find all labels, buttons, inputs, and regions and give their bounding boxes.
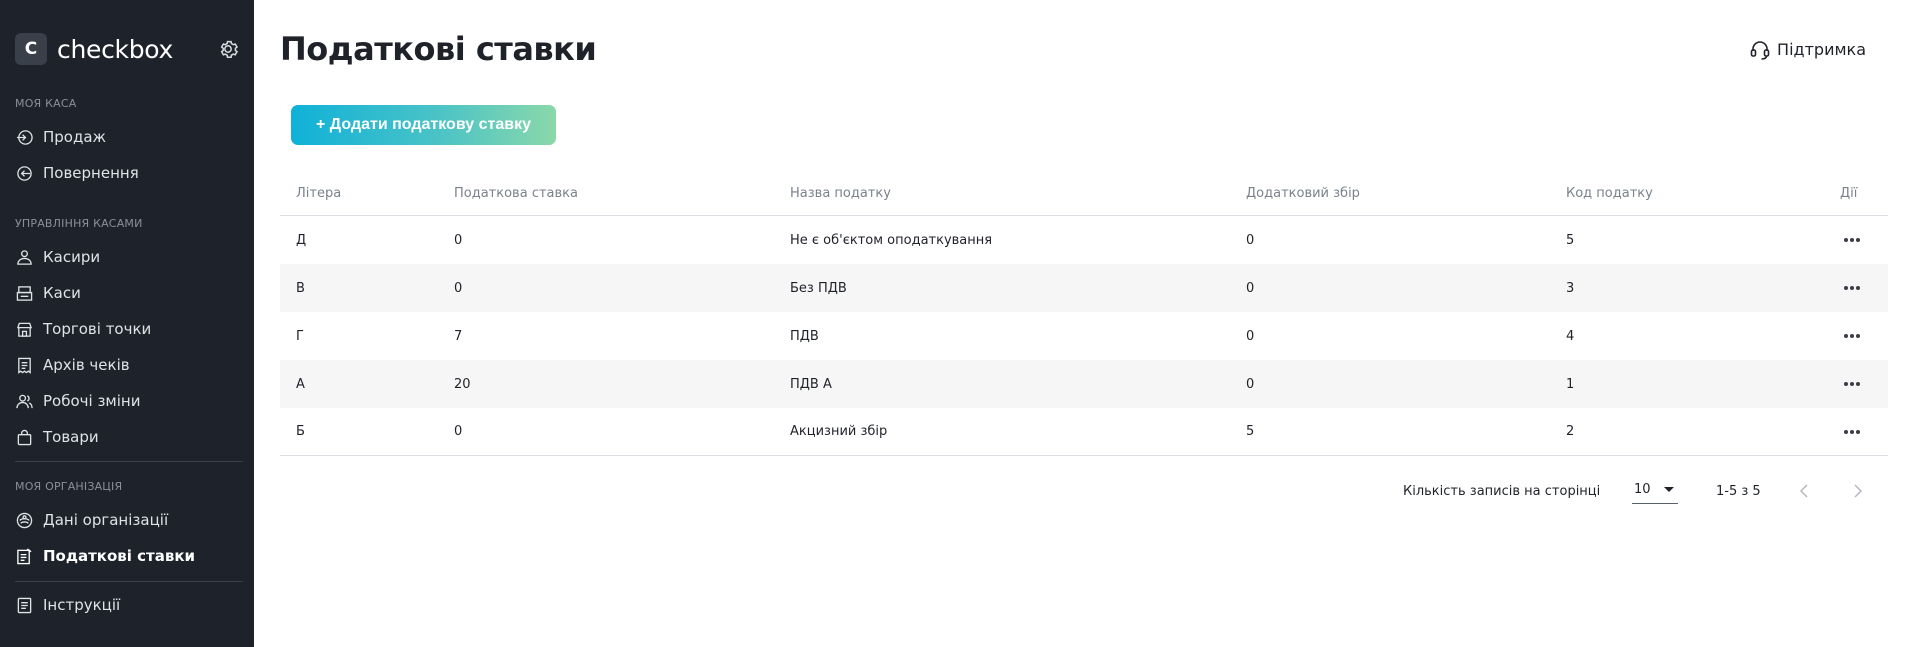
store-icon bbox=[15, 320, 33, 338]
table-row[interactable]: Б 0 Акцизний збір 5 2 bbox=[280, 408, 1888, 456]
sidebar-item-organization-data[interactable]: Дані організації bbox=[15, 506, 240, 534]
return-icon bbox=[15, 164, 33, 182]
more-actions-icon[interactable] bbox=[1840, 422, 1864, 442]
sidebar-item-cash-registers[interactable]: Каси bbox=[15, 279, 240, 307]
shifts-icon bbox=[15, 392, 33, 410]
column-header[interactable]: Код податку bbox=[1566, 172, 1653, 215]
cell-extra-fee: 5 bbox=[1246, 424, 1255, 439]
cell-rate: 0 bbox=[454, 232, 463, 248]
sale-icon bbox=[15, 128, 33, 146]
sidebar-item-label: Податкові ставки bbox=[43, 547, 196, 565]
column-header[interactable]: Додатковий збір bbox=[1246, 172, 1360, 215]
column-header[interactable]: Літера bbox=[296, 172, 341, 215]
sidebar-item-shifts[interactable]: Робочі зміни bbox=[15, 387, 240, 415]
cell-tax-code: 2 bbox=[1566, 424, 1575, 439]
cell-letter: Б bbox=[296, 424, 305, 439]
section-label-cash-management: УПРАВЛІННЯ КАСАМИ bbox=[15, 217, 143, 230]
sidebar-item-stores[interactable]: Торгові точки bbox=[15, 315, 240, 343]
sidebar-item-instructions[interactable]: Інструкції bbox=[15, 591, 240, 619]
cell-tax-name: ПДВ bbox=[790, 328, 819, 344]
more-actions-icon[interactable] bbox=[1840, 374, 1864, 394]
cell-tax-name: Акцизний збір bbox=[790, 424, 888, 439]
column-header[interactable]: Податкова ставка bbox=[454, 172, 578, 215]
tax-rates-table: Літера Податкова ставка Назва податку До… bbox=[280, 172, 1888, 456]
add-tax-rate-button[interactable]: + Додати податкову ставку bbox=[291, 105, 556, 145]
cashiers-icon bbox=[15, 248, 33, 266]
cell-rate: 7 bbox=[454, 328, 463, 344]
sidebar-item-cashiers[interactable]: Касири bbox=[15, 243, 240, 271]
sidebar-item-label: Повернення bbox=[43, 164, 139, 182]
logo[interactable]: C checkbox bbox=[15, 33, 240, 65]
sidebar-divider bbox=[15, 581, 243, 582]
cell-tax-code: 3 bbox=[1566, 280, 1575, 296]
cash-register-icon bbox=[15, 284, 33, 302]
page-title: Податкові ставки bbox=[280, 30, 597, 68]
headset-icon bbox=[1750, 41, 1770, 60]
cell-rate: 20 bbox=[454, 376, 471, 392]
sidebar-item-label: Архів чеків bbox=[43, 356, 130, 374]
sidebar-item-goods[interactable]: Товари bbox=[15, 423, 240, 451]
chevron-left-icon[interactable] bbox=[1793, 480, 1815, 502]
tax-rates-icon bbox=[15, 547, 33, 565]
logo-mark: C bbox=[15, 33, 47, 65]
rows-per-page-value: 10 bbox=[1634, 482, 1651, 497]
support-label: Підтримка bbox=[1777, 39, 1866, 59]
cell-extra-fee: 0 bbox=[1246, 328, 1255, 344]
cell-letter: В bbox=[296, 280, 305, 296]
cell-letter: А bbox=[296, 376, 305, 392]
cell-rate: 0 bbox=[454, 280, 463, 296]
sidebar: C checkbox МОЯ КАСА Продаж Повернення УП… bbox=[0, 0, 254, 647]
page-range: 1-5 з 5 bbox=[1716, 484, 1761, 499]
cell-tax-name: Без ПДВ bbox=[790, 280, 847, 296]
cell-extra-fee: 0 bbox=[1246, 376, 1255, 392]
logo-text: checkbox bbox=[57, 34, 173, 64]
section-label-my-cash: МОЯ КАСА bbox=[15, 97, 77, 110]
table-row[interactable]: В 0 Без ПДВ 0 3 bbox=[280, 264, 1888, 312]
cell-rate: 0 bbox=[454, 424, 463, 439]
table-header: Літера Податкова ставка Назва податку До… bbox=[280, 172, 1888, 216]
cell-letter: Д bbox=[296, 232, 307, 248]
rows-per-page-select[interactable]: 10 bbox=[1632, 476, 1678, 504]
table-row[interactable]: Д 0 Не є об'єктом оподаткування 0 5 bbox=[280, 216, 1888, 264]
sidebar-divider bbox=[15, 461, 243, 462]
table-row[interactable]: Г 7 ПДВ 0 4 bbox=[280, 312, 1888, 360]
sidebar-item-return[interactable]: Повернення bbox=[15, 159, 240, 187]
sidebar-item-label: Робочі зміни bbox=[43, 392, 141, 410]
table-row[interactable]: А 20 ПДВ А 0 1 bbox=[280, 360, 1888, 408]
cell-tax-code: 1 bbox=[1566, 376, 1575, 392]
more-actions-icon[interactable] bbox=[1840, 230, 1864, 250]
bag-icon bbox=[15, 428, 33, 446]
cell-tax-code: 5 bbox=[1566, 232, 1575, 248]
cell-extra-fee: 0 bbox=[1246, 232, 1255, 248]
sidebar-item-label: Касири bbox=[43, 248, 101, 266]
instructions-icon bbox=[15, 596, 33, 614]
more-actions-icon[interactable] bbox=[1840, 278, 1864, 298]
pagination: Кількість записів на сторінці 10 1-5 з 5 bbox=[280, 476, 1888, 506]
sidebar-item-label: Каси bbox=[43, 284, 81, 302]
section-label-my-organization: МОЯ ОРГАНІЗАЦІЯ bbox=[15, 480, 123, 493]
sidebar-item-label: Інструкції bbox=[43, 596, 121, 614]
column-header[interactable]: Назва податку bbox=[790, 172, 891, 215]
sidebar-item-label: Торгові точки bbox=[43, 320, 152, 338]
gear-icon[interactable] bbox=[216, 37, 240, 61]
sidebar-item-tax-rates[interactable]: Податкові ставки bbox=[15, 542, 240, 570]
sidebar-item-label: Товари bbox=[43, 428, 99, 446]
sidebar-item-label: Продаж bbox=[43, 128, 107, 146]
support-link[interactable]: Підтримка bbox=[1749, 38, 1866, 60]
cell-tax-name: Не є об'єктом оподаткування bbox=[790, 232, 993, 248]
sidebar-item-sale[interactable]: Продаж bbox=[15, 123, 240, 151]
receipt-archive-icon bbox=[15, 356, 33, 374]
cell-letter: Г bbox=[296, 328, 304, 344]
cell-extra-fee: 0 bbox=[1246, 280, 1255, 296]
more-actions-icon[interactable] bbox=[1840, 326, 1864, 346]
cell-tax-name: ПДВ А bbox=[790, 376, 832, 392]
sidebar-item-receipt-archive[interactable]: Архів чеків bbox=[15, 351, 240, 379]
sidebar-item-label: Дані організації bbox=[43, 511, 169, 529]
organization-icon bbox=[15, 511, 33, 529]
caret-down-icon bbox=[1664, 487, 1674, 492]
rows-per-page-label: Кількість записів на сторінці bbox=[1403, 484, 1601, 499]
cell-tax-code: 4 bbox=[1566, 328, 1575, 344]
column-header: Дії bbox=[1840, 186, 1858, 201]
chevron-right-icon[interactable] bbox=[1847, 480, 1869, 502]
